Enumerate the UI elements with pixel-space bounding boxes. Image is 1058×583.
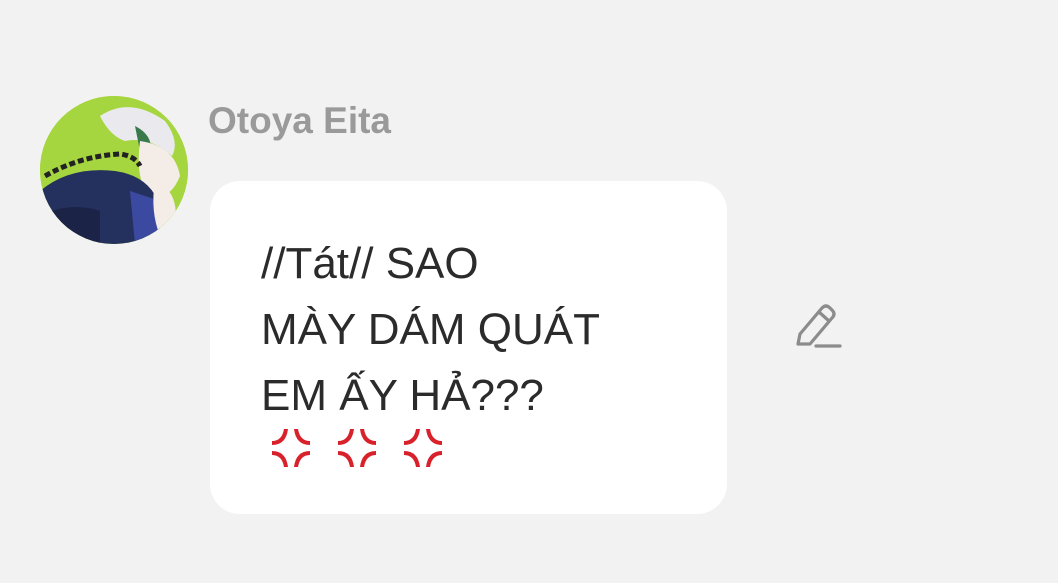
message-bubble[interactable]: //Tát// SAO MÀY DÁM QUÁT EM ẤY HẢ??? bbox=[210, 181, 727, 514]
avatar-image bbox=[40, 96, 188, 244]
pencil-edit-icon[interactable] bbox=[792, 302, 844, 350]
message-line: //Tát// SAO bbox=[261, 239, 479, 288]
anger-symbol-icon bbox=[266, 423, 316, 475]
emoji-row bbox=[266, 423, 448, 475]
message-text: //Tát// SAO MÀY DÁM QUÁT EM ẤY HẢ??? bbox=[261, 231, 691, 429]
avatar[interactable] bbox=[40, 96, 188, 244]
anger-symbol-icon bbox=[398, 423, 448, 475]
anger-symbol-icon bbox=[332, 423, 382, 475]
message-line: MÀY DÁM QUÁT bbox=[261, 305, 601, 354]
message-line: EM ẤY HẢ??? bbox=[261, 371, 544, 420]
sender-name: Otoya Eita bbox=[208, 100, 391, 141]
